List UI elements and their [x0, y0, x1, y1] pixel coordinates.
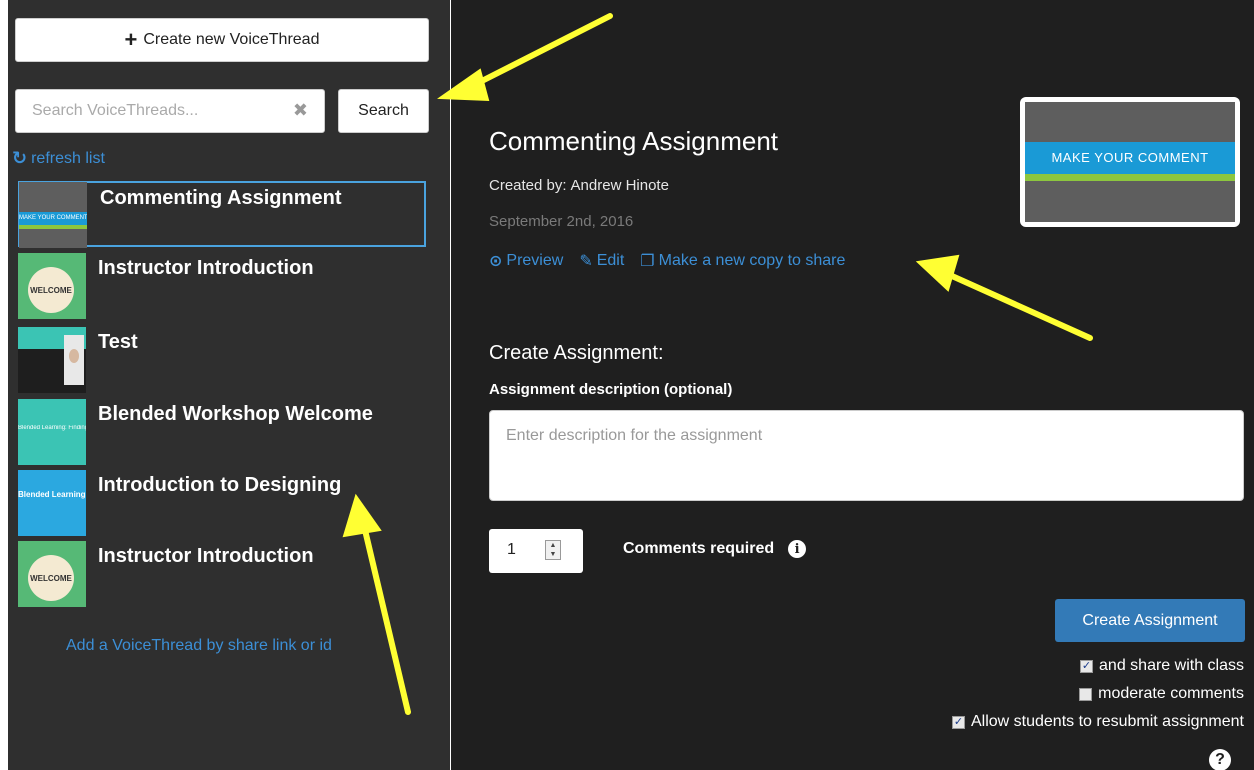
list-item[interactable]: Test [18, 327, 426, 393]
search-button[interactable]: Search [338, 89, 429, 133]
search-input[interactable] [16, 90, 286, 132]
search-box: ✖ [15, 89, 325, 133]
list-item-title: Instructor Introduction [98, 257, 314, 279]
list-item-title: Test [98, 331, 138, 353]
sidebar: + Create new VoiceThread ✖ Search ↻ refr… [8, 0, 450, 770]
list-item[interactable]: WELCOME Instructor Introduction [18, 541, 426, 607]
copy-label: Make a new copy to share [658, 252, 846, 269]
comments-required: Comments required i [623, 540, 807, 558]
created-by: Created by: Andrew Hinote [489, 177, 669, 194]
copy-icon: ❐ [640, 253, 655, 270]
checkbox-unchecked[interactable] [1079, 687, 1093, 701]
list-item-title: Blended Workshop Welcome [98, 403, 373, 425]
share-with-class-option[interactable]: ✓ and share with class [1080, 657, 1244, 675]
thumbnail: Blended Learning: Finding the Middle [18, 470, 86, 536]
list-item-title: Instructor Introduction [98, 545, 314, 567]
edit-label: Edit [596, 252, 625, 269]
info-icon[interactable]: i [788, 540, 807, 558]
thumbnail: WELCOME [18, 253, 86, 319]
welcome-badge: WELCOME [28, 267, 74, 313]
comments-required-label: Comments required [623, 540, 775, 557]
created-date: September 2nd, 2016 [489, 213, 634, 230]
preview-label: Preview [506, 252, 564, 269]
preview-link[interactable]: ⊙ Preview [489, 251, 563, 271]
person-head [69, 349, 79, 363]
welcome-badge: WELCOME [28, 555, 74, 601]
option-label: and share with class [1099, 657, 1244, 674]
create-new-label: Create new VoiceThread [143, 31, 320, 48]
created-by-label: Created by: [489, 177, 567, 194]
description-label: Assignment description (optional) [489, 381, 733, 398]
create-new-voicethread-button[interactable]: + Create new VoiceThread [15, 18, 429, 62]
option-label: Allow students to resubmit assignment [970, 713, 1244, 730]
clear-icon[interactable]: ✖ [293, 100, 308, 121]
copy-link[interactable]: ❐ Make a new copy to share [640, 251, 845, 271]
stepper-value: 1 [507, 541, 516, 558]
thumbnail: WELCOME [18, 541, 86, 607]
option-label: moderate comments [1098, 685, 1244, 702]
thumbnail-text: Blended Learning: Finding the Middle [18, 425, 86, 431]
allow-resubmit-option[interactable]: ✓ Allow students to resubmit assignment [951, 713, 1244, 731]
description-field[interactable] [490, 411, 1243, 500]
list-item[interactable]: Blended Learning: Finding the Middle Int… [18, 470, 426, 536]
add-by-share-link[interactable]: Add a VoiceThread by share link or id [66, 637, 332, 655]
thumbnail-stripe [19, 225, 87, 229]
list-item[interactable]: MAKE YOUR COMMENT Commenting Assignment [18, 181, 426, 248]
refresh-list-link[interactable]: ↻ refresh list [12, 148, 105, 169]
main-panel: Commenting Assignment Created by: Andrew … [451, 0, 1254, 770]
help-icon[interactable]: ? [1209, 749, 1231, 770]
list-item-title: Introduction to Designing [98, 474, 342, 496]
refresh-icon: ↻ [12, 148, 28, 168]
create-assignment-button[interactable]: Create Assignment [1055, 599, 1245, 642]
plus-icon: + [124, 27, 138, 52]
preview-canvas: MAKE YOUR COMMENT [1025, 102, 1235, 222]
create-assignment-heading: Create Assignment: [489, 342, 664, 364]
preview-banner: MAKE YOUR COMMENT [1025, 142, 1235, 174]
thumbnail: Blended Learning: Finding the Middle [18, 399, 86, 465]
author-name: Andrew Hinote [570, 177, 669, 194]
checkbox-checked[interactable]: ✓ [1080, 659, 1094, 673]
thumbnail-banner: MAKE YOUR COMMENT [19, 212, 87, 225]
spin-arrows-icon[interactable]: ▲ ▼ [545, 540, 561, 560]
list-item[interactable]: WELCOME Instructor Introduction [18, 253, 426, 319]
thumbnail-text: Blended Learning: Finding the Middle [18, 490, 86, 499]
moderate-comments-option[interactable]: moderate comments [1079, 685, 1244, 703]
preview-thumbnail[interactable]: MAKE YOUR COMMENT [1020, 97, 1240, 227]
preview-stripe [1025, 174, 1235, 181]
voicethread-title: Commenting Assignment [489, 126, 779, 156]
action-links: ⊙ Preview ✎ Edit ❐ Make a new copy to share [489, 251, 845, 271]
play-circle-icon: ⊙ [489, 253, 503, 270]
edit-link[interactable]: ✎ Edit [579, 251, 624, 271]
thumbnail [18, 327, 86, 393]
checkbox-checked[interactable]: ✓ [951, 715, 965, 729]
list-item[interactable]: Blended Learning: Finding the Middle Ble… [18, 399, 426, 465]
refresh-label: refresh list [31, 149, 105, 167]
description-field-wrap [489, 410, 1244, 501]
list-item-title: Commenting Assignment [100, 187, 342, 209]
comments-required-stepper[interactable]: 1 ▲ ▼ [489, 529, 583, 573]
person-image [64, 335, 84, 385]
thumbnail: MAKE YOUR COMMENT [19, 182, 87, 248]
edit-icon: ✎ [579, 253, 593, 270]
